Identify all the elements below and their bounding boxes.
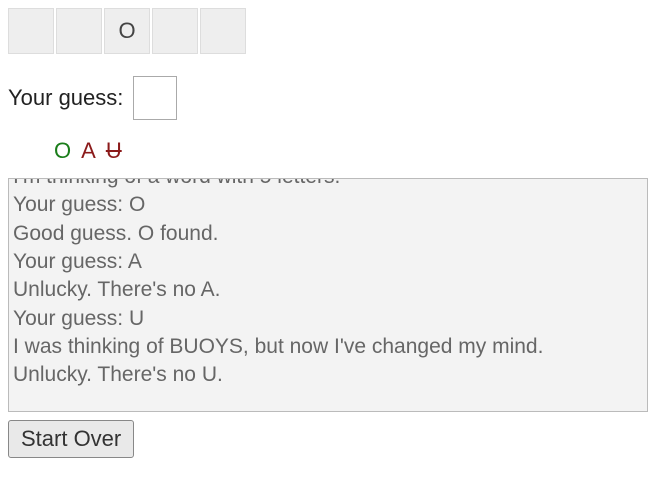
guessed-letter: U xyxy=(106,138,122,164)
word-cell xyxy=(56,8,102,54)
word-cell xyxy=(152,8,198,54)
game-log[interactable]: I'm thinking of a word with 5 letters. Y… xyxy=(8,178,648,412)
start-over-button[interactable]: Start Over xyxy=(8,420,134,458)
game-log-text: I'm thinking of a word with 5 letters. Y… xyxy=(13,178,639,390)
guess-label: Your guess: xyxy=(8,85,123,111)
guess-row: Your guess: xyxy=(8,76,654,120)
word-cell: O xyxy=(104,8,150,54)
guessed-letter: A xyxy=(81,138,96,164)
word-cell xyxy=(8,8,54,54)
word-row: O xyxy=(8,8,654,54)
guessed-letters: O A U xyxy=(54,138,654,164)
word-cell xyxy=(200,8,246,54)
guess-input[interactable] xyxy=(133,76,177,120)
guessed-letter: O xyxy=(54,138,71,164)
